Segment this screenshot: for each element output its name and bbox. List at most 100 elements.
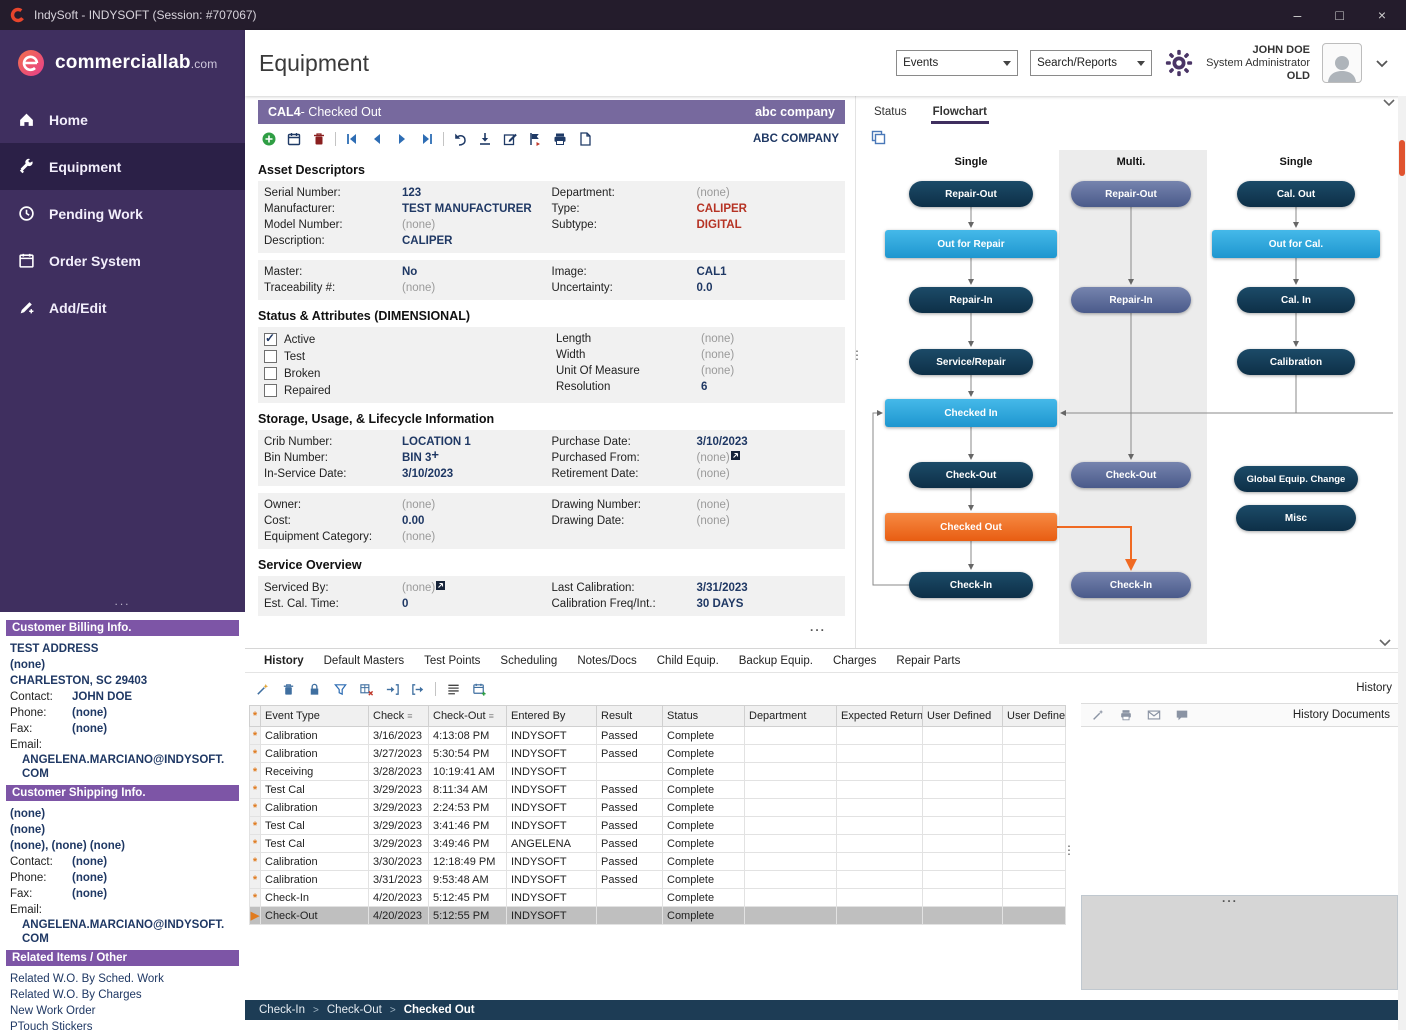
export-button[interactable] bbox=[476, 130, 494, 148]
table-row[interactable]: * Test Cal 3/29/2023 8:11:34 AM INDYSOFT… bbox=[250, 781, 1066, 799]
repaired-checkbox[interactable] bbox=[264, 384, 277, 397]
chevron-down-icon[interactable] bbox=[1374, 55, 1390, 71]
collapse-flow-chevron-icon[interactable] bbox=[1382, 98, 1396, 108]
checkout-flag-button[interactable] bbox=[526, 130, 544, 148]
docs-wand-button[interactable] bbox=[1089, 706, 1107, 724]
filter-button[interactable] bbox=[331, 680, 349, 698]
sidebar-resize-grip[interactable]: ... bbox=[0, 594, 245, 612]
active-checkbox[interactable] bbox=[264, 333, 277, 346]
flow-node-out-for-cal[interactable]: Out for Cal. bbox=[1212, 230, 1380, 258]
delete-row-button[interactable] bbox=[279, 680, 297, 698]
tab-repair-parts[interactable]: Repair Parts bbox=[887, 652, 969, 670]
flow-node-repair-out-multi[interactable]: Repair-Out bbox=[1071, 181, 1191, 207]
minimize-button[interactable]: – bbox=[1294, 7, 1302, 23]
print-button[interactable] bbox=[551, 130, 569, 148]
col-user-defined[interactable]: User Defined bbox=[923, 706, 1003, 727]
copy-flowchart-icon[interactable] bbox=[871, 130, 886, 150]
table-row[interactable]: * Calibration 3/31/2023 9:53:48 AM INDYS… bbox=[250, 871, 1066, 889]
flow-node-repair-in-single[interactable]: Repair-In bbox=[909, 287, 1033, 313]
prev-record-button[interactable] bbox=[368, 130, 386, 148]
search-reports-dropdown[interactable]: Search/Reports bbox=[1030, 50, 1152, 76]
tab-scheduling[interactable]: Scheduling bbox=[491, 652, 566, 670]
flow-node-check-out-single[interactable]: Check-Out bbox=[909, 462, 1033, 488]
undo-button[interactable] bbox=[451, 130, 469, 148]
delete-button[interactable] bbox=[310, 130, 328, 148]
docs-print-button[interactable] bbox=[1117, 706, 1135, 724]
wand-button[interactable] bbox=[253, 680, 271, 698]
broken-checkbox[interactable] bbox=[264, 367, 277, 380]
gear-icon[interactable] bbox=[1164, 48, 1194, 78]
related-link[interactable]: Related W.O. By Sched. Work bbox=[6, 971, 239, 987]
flow-node-global-equip-change[interactable]: Global Equip. Change bbox=[1234, 466, 1358, 492]
flow-node-service-repair[interactable]: Service/Repair bbox=[909, 349, 1033, 375]
table-row[interactable]: * Receiving 3/28/2023 10:19:41 AM INDYSO… bbox=[250, 763, 1066, 781]
lock-edit-button[interactable] bbox=[305, 680, 323, 698]
col-department[interactable]: Department bbox=[745, 706, 837, 727]
tab-child-equip[interactable]: Child Equip. bbox=[648, 652, 728, 670]
import-row-button[interactable] bbox=[383, 680, 401, 698]
table-row[interactable]: * Test Cal 3/29/2023 3:41:46 PM INDYSOFT… bbox=[250, 817, 1066, 835]
sidebar-item-home[interactable]: Home bbox=[0, 96, 245, 143]
table-row[interactable]: * Calibration 3/30/2023 12:18:49 PM INDY… bbox=[250, 853, 1066, 871]
flow-node-out-for-repair[interactable]: Out for Repair bbox=[885, 230, 1057, 258]
column-splitter-grip[interactable]: ⋮ bbox=[851, 348, 863, 362]
col-check[interactable]: Check≡ bbox=[369, 706, 429, 727]
table-row[interactable]: ▶ Check-Out 4/20/2023 5:12:55 PM INDYSOF… bbox=[250, 907, 1066, 925]
related-link[interactable]: Related W.O. By Charges bbox=[6, 987, 239, 1003]
col-event-type[interactable]: Event Type bbox=[261, 706, 369, 727]
flow-node-misc[interactable]: Misc bbox=[1236, 505, 1356, 531]
schedule-button[interactable] bbox=[285, 130, 303, 148]
col-user-defined-2[interactable]: User Defined bbox=[1003, 706, 1066, 727]
close-button[interactable]: × bbox=[1378, 7, 1386, 23]
maximize-button[interactable]: □ bbox=[1335, 7, 1343, 23]
calendar-add-button[interactable] bbox=[470, 680, 488, 698]
add-button[interactable] bbox=[260, 130, 278, 148]
tab-history[interactable]: History bbox=[255, 652, 313, 670]
flow-node-calibration[interactable]: Calibration bbox=[1237, 349, 1355, 375]
first-record-button[interactable] bbox=[343, 130, 361, 148]
docs-splitter-grip[interactable]: ... bbox=[1222, 891, 1238, 905]
col-expected-return[interactable]: Expected Return bbox=[837, 706, 923, 727]
export-row-button[interactable] bbox=[409, 680, 427, 698]
breadcrumb-check-in[interactable]: Check-In bbox=[259, 1004, 305, 1016]
sidebar-item-add-edit[interactable]: Add/Edit bbox=[0, 284, 245, 331]
billing-email-value[interactable]: ANGELENA.MARCIANO@INDYSOFT.COM bbox=[6, 753, 231, 781]
docs-mail-button[interactable] bbox=[1145, 706, 1163, 724]
table-row[interactable]: * Calibration 3/16/2023 4:13:08 PM INDYS… bbox=[250, 727, 1066, 745]
tab-default-masters[interactable]: Default Masters bbox=[315, 652, 414, 670]
last-record-button[interactable] bbox=[418, 130, 436, 148]
remove-column-button[interactable] bbox=[357, 680, 375, 698]
edit-button[interactable] bbox=[501, 130, 519, 148]
flow-node-checked-in[interactable]: Checked In bbox=[885, 399, 1057, 427]
lookup-icon[interactable] bbox=[435, 580, 446, 596]
col-result[interactable]: Result bbox=[597, 706, 663, 727]
col-check-out[interactable]: Check-Out≡ bbox=[429, 706, 507, 727]
table-row[interactable]: * Check-In 4/20/2023 5:12:45 PM INDYSOFT… bbox=[250, 889, 1066, 907]
document-button[interactable] bbox=[576, 130, 594, 148]
vertical-scrollbar[interactable] bbox=[1398, 96, 1406, 1030]
tab-test-points[interactable]: Test Points bbox=[415, 652, 489, 670]
shipping-email-value[interactable]: ANGELENA.MARCIANO@INDYSOFT.COM bbox=[6, 918, 231, 946]
col-entered-by[interactable]: Entered By bbox=[507, 706, 597, 727]
lookup-icon[interactable] bbox=[730, 450, 741, 466]
col-status[interactable]: Status bbox=[663, 706, 745, 727]
flow-node-check-in-single[interactable]: Check-In bbox=[909, 572, 1033, 598]
next-record-button[interactable] bbox=[393, 130, 411, 148]
flow-node-cal-in[interactable]: Cal. In bbox=[1237, 287, 1355, 313]
table-row[interactable]: * Calibration 3/27/2023 5:30:54 PM INDYS… bbox=[250, 745, 1066, 763]
tab-notes-docs[interactable]: Notes/Docs bbox=[568, 652, 645, 670]
sidebar-item-order-system[interactable]: Order System bbox=[0, 237, 245, 284]
flow-node-cal-out[interactable]: Cal. Out bbox=[1237, 181, 1355, 207]
related-link[interactable]: New Work Order bbox=[6, 1003, 239, 1019]
tab-backup-equip[interactable]: Backup Equip. bbox=[730, 652, 822, 670]
breadcrumb-check-out[interactable]: Check-Out bbox=[327, 1004, 382, 1016]
docs-comment-button[interactable] bbox=[1173, 706, 1191, 724]
collapse-bottom-chevron-icon[interactable] bbox=[1378, 638, 1392, 648]
list-view-button[interactable] bbox=[444, 680, 462, 698]
table-row[interactable]: * Calibration 3/29/2023 2:24:53 PM INDYS… bbox=[250, 799, 1066, 817]
documents-preview-box[interactable] bbox=[1081, 895, 1398, 990]
horizontal-splitter-grip[interactable]: ... bbox=[810, 620, 826, 634]
table-splitter-grip[interactable]: ⋮ bbox=[1063, 843, 1075, 857]
add-bin-button[interactable]: + bbox=[431, 450, 439, 466]
flow-node-repair-out-single[interactable]: Repair-Out bbox=[909, 181, 1033, 207]
